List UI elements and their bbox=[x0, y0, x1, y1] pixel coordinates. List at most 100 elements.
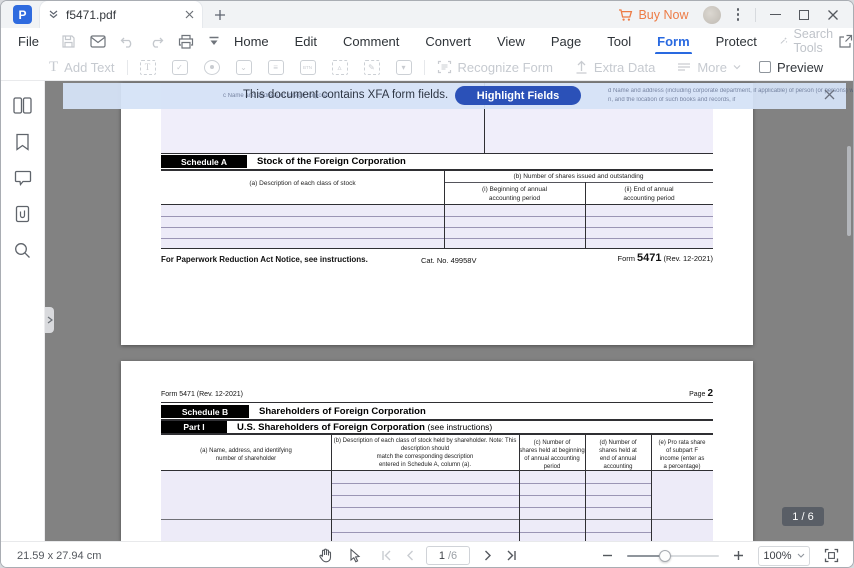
redo-icon[interactable] bbox=[149, 35, 164, 48]
zoom-slider-thumb[interactable] bbox=[659, 549, 671, 562]
page-dimensions: 21.59 x 27.94 cm bbox=[17, 549, 102, 562]
document-viewport[interactable]: Schedule A Stock of the Foreign Corporat… bbox=[45, 81, 853, 541]
page-indicator-badge: 1 / 6 bbox=[782, 507, 824, 526]
signature-field-icon[interactable]: ✎ bbox=[363, 59, 380, 75]
search-tools-label: Search Tools bbox=[793, 27, 834, 55]
chevron-double-down-icon[interactable] bbox=[48, 9, 59, 20]
highlight-fields-button[interactable]: Highlight Fields bbox=[455, 86, 581, 105]
minimize-button[interactable] bbox=[770, 13, 781, 16]
save-icon[interactable] bbox=[61, 34, 76, 49]
listbox-field-icon[interactable]: ≡ bbox=[267, 59, 284, 75]
promo-gift-icon[interactable] bbox=[702, 5, 721, 24]
hand-tool-button[interactable] bbox=[318, 548, 332, 563]
schedule-b-title: Shareholders of Foreign Corporation bbox=[259, 406, 426, 417]
p2-col-a-header: (a) Name, address, and identifying numbe… bbox=[200, 448, 292, 463]
previous-page-button[interactable] bbox=[406, 550, 414, 561]
zoom-in-button[interactable] bbox=[733, 550, 744, 561]
form-toolbar: T Add Text T ✓ ⌄ ≡ BTN ▵ ✎ ▾ Recognize F… bbox=[1, 54, 853, 81]
menu-tool[interactable]: Tool bbox=[607, 30, 631, 53]
zoom-level-value: 100% bbox=[763, 549, 792, 562]
menu-view[interactable]: View bbox=[497, 30, 525, 53]
buy-now-label: Buy Now bbox=[638, 7, 689, 22]
extra-data-label: Extra Data bbox=[593, 59, 656, 75]
shareholder-rows-2[interactable] bbox=[161, 520, 713, 541]
menu-edit[interactable]: Edit bbox=[295, 30, 317, 53]
page-number-input[interactable]: 1 /6 bbox=[426, 546, 470, 565]
first-page-button[interactable] bbox=[380, 550, 392, 561]
new-tab-button[interactable] bbox=[214, 9, 226, 21]
cart-icon bbox=[619, 8, 633, 21]
p2-col-b-header: (b) Description of each class of stock h… bbox=[333, 438, 517, 469]
status-bar: 21.59 x 27.94 cm 1 /6 100% bbox=[1, 541, 853, 567]
more-menu-icon[interactable] bbox=[735, 8, 742, 21]
sidebar-expand-handle[interactable] bbox=[45, 307, 54, 333]
schedule-b-label: Schedule B bbox=[161, 405, 249, 418]
pdfelement-window: P f5471.pdf Buy Now File Home Edit Comme… bbox=[0, 0, 854, 568]
recognize-form-button[interactable]: Recognize Form bbox=[437, 60, 553, 75]
schedule-a-label: Schedule A bbox=[161, 155, 247, 168]
navigation-sidebar bbox=[1, 81, 45, 541]
select-tool-button[interactable] bbox=[348, 548, 362, 563]
col-b-header: (b) Number of shares issued and outstand… bbox=[513, 173, 644, 180]
pdf-text-fragment: n, and the location of such books and re… bbox=[608, 97, 736, 103]
comments-panel-icon[interactable] bbox=[14, 170, 32, 186]
tab-title: f5471.pdf bbox=[66, 7, 117, 22]
menu-comment[interactable]: Comment bbox=[343, 30, 399, 53]
vertical-scrollbar[interactable] bbox=[847, 146, 851, 236]
more-button[interactable]: More bbox=[677, 60, 741, 75]
checkbox-field-icon[interactable]: ✓ bbox=[171, 59, 188, 75]
zoom-slider[interactable] bbox=[627, 549, 719, 562]
more-label: More bbox=[697, 59, 727, 75]
date-field-icon[interactable]: ▾ bbox=[395, 59, 412, 75]
document-tab[interactable]: f5471.pdf bbox=[40, 1, 202, 28]
schedule-a-title: Stock of the Foreign Corporation bbox=[257, 156, 406, 167]
print-icon[interactable] bbox=[178, 34, 194, 49]
share-icon[interactable] bbox=[838, 34, 853, 49]
image-field-icon[interactable]: ▵ bbox=[331, 59, 348, 75]
dropdown-field-icon[interactable]: ⌄ bbox=[235, 59, 252, 75]
bookmarks-panel-icon[interactable] bbox=[15, 133, 30, 151]
zoom-level-dropdown[interactable]: 100% bbox=[758, 545, 810, 566]
thumbnails-panel-icon[interactable] bbox=[13, 97, 32, 114]
toolbar-expand-icon[interactable] bbox=[208, 35, 220, 47]
divider bbox=[126, 59, 128, 75]
undo-icon[interactable] bbox=[120, 35, 135, 48]
menu-page[interactable]: Page bbox=[551, 30, 581, 53]
close-window-button[interactable] bbox=[827, 9, 839, 21]
button-field-icon[interactable]: BTN bbox=[299, 59, 316, 75]
menu-protect[interactable]: Protect bbox=[716, 30, 757, 53]
email-icon[interactable] bbox=[90, 34, 106, 48]
tab-close-icon[interactable] bbox=[185, 10, 194, 19]
pdf-page-2: Form 5471 (Rev. 12-2021) Page 2 Schedule… bbox=[121, 361, 753, 541]
part-i-title: U.S. Shareholders of Foreign Corporation… bbox=[237, 421, 493, 433]
menu-form[interactable]: Form bbox=[655, 30, 692, 55]
last-page-button[interactable] bbox=[506, 550, 518, 561]
chevron-right-icon bbox=[47, 316, 53, 324]
buy-now-button[interactable]: Buy Now bbox=[618, 7, 689, 22]
search-tools-button[interactable]: Search Tools bbox=[779, 27, 839, 55]
fit-page-button[interactable] bbox=[824, 548, 839, 563]
preview-toggle[interactable]: Preview bbox=[758, 59, 824, 75]
main-area: Schedule A Stock of the Foreign Corporat… bbox=[1, 81, 853, 541]
preview-label: Preview bbox=[776, 59, 824, 75]
schedule-a-header: Schedule A Stock of the Foreign Corporat… bbox=[161, 155, 406, 168]
add-text-button[interactable]: T Add Text bbox=[49, 59, 115, 76]
divider bbox=[423, 59, 425, 75]
menu-bar: File Home Edit Comment Convert View Page… bbox=[1, 27, 853, 55]
recognize-form-label: Recognize Form bbox=[457, 59, 553, 75]
col-b-ii-header: (ii) End of annual accounting period bbox=[623, 186, 675, 202]
zoom-out-button[interactable] bbox=[602, 550, 613, 561]
menu-convert[interactable]: Convert bbox=[425, 30, 471, 53]
radio-button-field-icon[interactable] bbox=[203, 59, 220, 75]
pdf-text-fragment: d Name and address (including corporate … bbox=[608, 88, 853, 94]
maximize-button[interactable] bbox=[799, 9, 809, 20]
text-field-icon[interactable]: T bbox=[139, 59, 156, 75]
search-panel-icon[interactable] bbox=[14, 242, 31, 259]
notification-close-icon[interactable] bbox=[823, 88, 836, 101]
extra-data-button[interactable]: Extra Data bbox=[575, 60, 655, 75]
preview-checkbox[interactable] bbox=[758, 61, 771, 73]
menu-home[interactable]: Home bbox=[234, 30, 269, 53]
menu-file[interactable]: File bbox=[18, 30, 39, 53]
next-page-button[interactable] bbox=[484, 550, 492, 561]
attachments-panel-icon[interactable] bbox=[15, 205, 30, 223]
